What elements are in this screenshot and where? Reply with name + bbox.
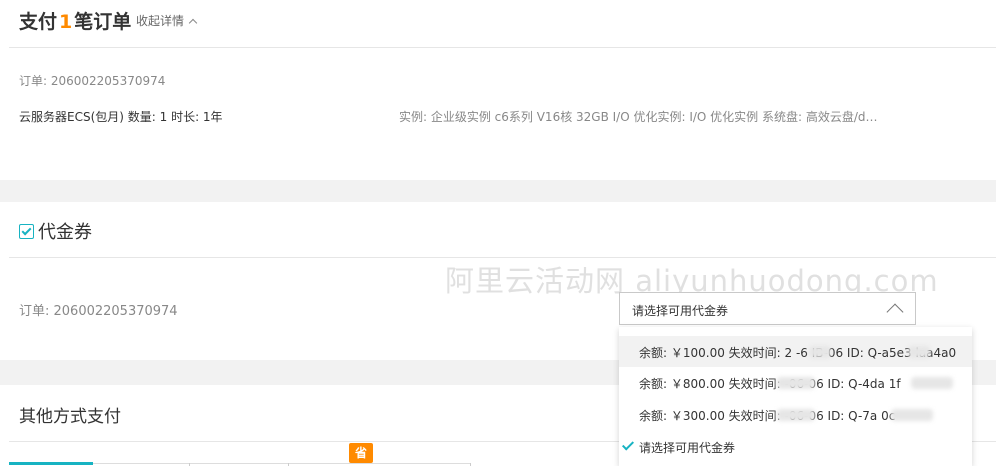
redaction-blur [891, 409, 933, 421]
voucher-option[interactable]: 余额: ￥800.00 失效时间: -06-06 ID: Q-4da 1f [619, 367, 972, 398]
divider [9, 47, 996, 48]
collapse-label: 收起详情 [136, 14, 185, 28]
voucher-title: 代金券 [38, 222, 92, 243]
page-title: 支付 1 笔订单 [19, 7, 131, 34]
section-gap [0, 180, 996, 202]
other-payment-title: 其他方式支付 [19, 407, 121, 427]
redaction-blur [777, 377, 815, 389]
title-prefix: 支付 [19, 11, 58, 33]
voucher-select[interactable]: 请选择可用代金券 [619, 292, 916, 325]
check-icon [621, 438, 635, 451]
voucher-option-selected[interactable]: 请选择可用代金券 [619, 431, 972, 462]
voucher-checkbox[interactable] [19, 224, 34, 239]
redaction-blur [777, 409, 815, 421]
order-count: 1 [59, 11, 73, 33]
chevron-up-icon [886, 303, 904, 321]
redaction-blur [908, 346, 930, 358]
voucher-option[interactable]: 余额: ￥100.00 失效时间: 2 -6 IB-06 ID: Q-a5e3 … [619, 336, 972, 367]
redaction-blur [809, 346, 831, 358]
product-description: 云服务器ECS(包月) 数量: 1 时长: 1年 [19, 110, 223, 124]
chevron-up-icon [188, 18, 198, 28]
product-spec: 实例: 企业级实例 c6系列 V16核 32GB I/O 优化实例: I/O 优… [399, 110, 884, 124]
order-section: 支付 1 笔订单 收起详情 订单: 206002205370974 云服务器ECS(… [0, 0, 996, 180]
voucher-option[interactable]: 余额: ￥300.00 失效时间: -06-06 ID: Q-7a 0c [619, 399, 972, 430]
voucher-option-label: 余额: ￥800.00 失效时间: -06-06 ID: Q-4da 1f [639, 377, 901, 391]
collapse-details-link[interactable]: 收起详情 [136, 12, 198, 29]
order-number: 订单: 206002205370974 [19, 74, 166, 88]
voucher-option-label: 余额: ￥300.00 失效时间: -06-06 ID: Q-7a 0c [639, 409, 896, 423]
voucher-option-label: 请选择可用代金券 [639, 441, 736, 455]
voucher-dropdown: 余额: ￥100.00 失效时间: 2 -6 IB-06 ID: Q-a5e3 … [619, 327, 972, 466]
title-suffix: 笔订单 [74, 11, 132, 33]
redaction-blur [911, 377, 953, 389]
voucher-order-number: 订单: 206002205370974 [19, 304, 178, 319]
payment-tab-active[interactable] [9, 462, 93, 465]
save-badge: 省 [349, 443, 373, 463]
voucher-select-value: 请选择可用代金券 [632, 304, 729, 318]
